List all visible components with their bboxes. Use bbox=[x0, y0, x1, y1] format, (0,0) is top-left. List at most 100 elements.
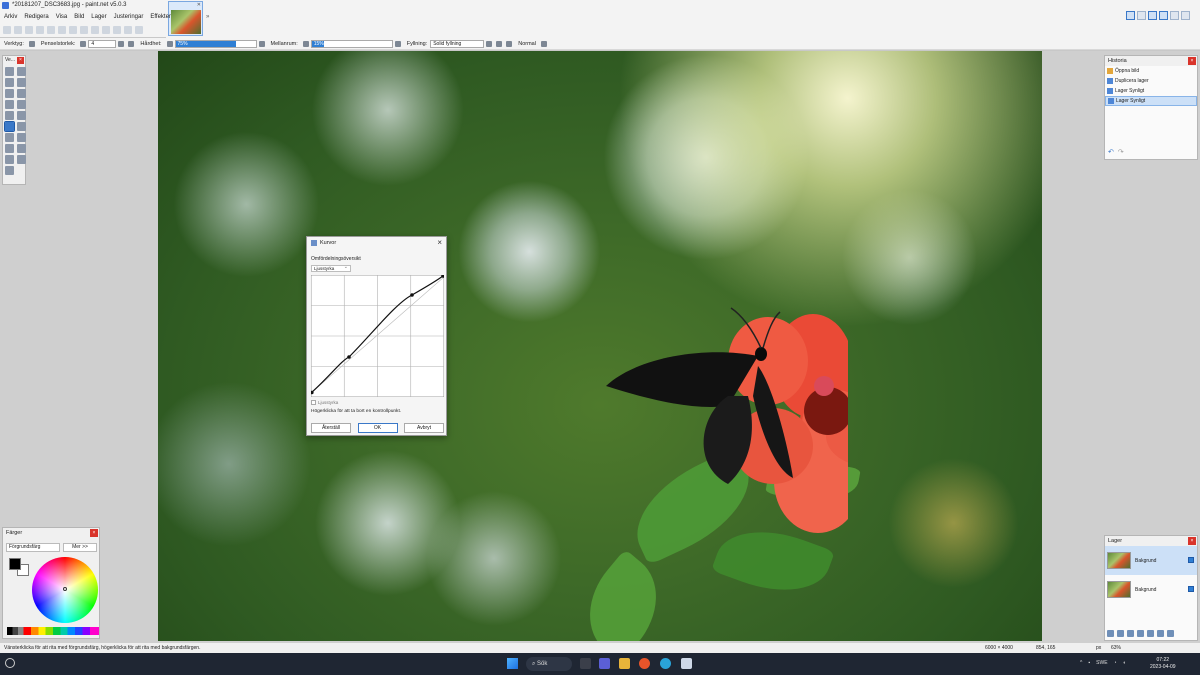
close-history-panel-icon[interactable]: × bbox=[1188, 57, 1196, 65]
crop-icon[interactable] bbox=[80, 26, 88, 34]
sampling-icon[interactable] bbox=[540, 40, 547, 47]
curves-graph[interactable] bbox=[311, 275, 444, 397]
new-file-icon[interactable] bbox=[3, 26, 11, 34]
layer-row-selected[interactable]: Bakgrund bbox=[1105, 546, 1197, 575]
help-icon[interactable] bbox=[1181, 11, 1190, 20]
decrease-size-icon[interactable] bbox=[80, 40, 87, 47]
history-toggle-icon[interactable] bbox=[1137, 11, 1146, 20]
widgets-icon[interactable] bbox=[5, 658, 15, 668]
edge-icon[interactable] bbox=[660, 658, 671, 669]
paint-bucket-icon[interactable] bbox=[5, 111, 14, 120]
history-item[interactable]: Öppna bild bbox=[1105, 66, 1197, 76]
text-icon[interactable] bbox=[5, 155, 14, 164]
blend-mode-value[interactable]: Normal bbox=[518, 41, 536, 47]
history-item-selected[interactable]: Lager Synligt bbox=[1105, 96, 1197, 106]
antialias-icon[interactable] bbox=[128, 40, 135, 47]
menu-view[interactable]: Visa bbox=[56, 14, 68, 20]
open-file-icon[interactable] bbox=[14, 26, 22, 34]
layer-row[interactable]: Bakgrund bbox=[1105, 575, 1197, 604]
copy-icon[interactable] bbox=[58, 26, 66, 34]
close-layers-panel-icon[interactable]: × bbox=[1188, 537, 1196, 545]
more-colors-button[interactable]: Mer >> bbox=[63, 543, 97, 552]
recolor-icon[interactable] bbox=[17, 144, 26, 153]
luminosity-checkbox-box[interactable] bbox=[311, 400, 316, 405]
decrease-spacing-icon[interactable] bbox=[302, 40, 309, 47]
wifi-icon[interactable]: ◔ bbox=[1114, 660, 1117, 666]
delete-layer-icon[interactable] bbox=[1117, 630, 1124, 637]
shapes-icon[interactable] bbox=[5, 166, 14, 175]
colors-toggle-icon[interactable] bbox=[1159, 11, 1168, 20]
deselect-icon[interactable] bbox=[91, 26, 99, 34]
merge-layer-icon[interactable] bbox=[1137, 630, 1144, 637]
image-tab[interactable]: ✕ bbox=[168, 1, 203, 36]
paste-icon[interactable] bbox=[69, 26, 77, 34]
move-layer-up-icon[interactable] bbox=[1147, 630, 1154, 637]
tray-chevron-icon[interactable]: ^ bbox=[1080, 660, 1082, 666]
layers-toggle-icon[interactable] bbox=[1148, 11, 1157, 20]
spacing-slider[interactable]: 15% bbox=[310, 39, 393, 48]
unit-selector[interactable]: px bbox=[1096, 645, 1101, 651]
start-button-icon[interactable] bbox=[507, 658, 518, 669]
cut-icon[interactable] bbox=[47, 26, 55, 34]
paintbrush-tool-icon[interactable] bbox=[28, 40, 35, 47]
layer-visibility-checkbox[interactable] bbox=[1188, 557, 1194, 563]
close-colors-panel-icon[interactable]: × bbox=[90, 529, 98, 537]
volume-icon[interactable]: ◖ bbox=[1123, 660, 1126, 666]
color-wheel[interactable] bbox=[32, 557, 98, 623]
rectangle-select-icon[interactable] bbox=[5, 67, 14, 76]
save-file-icon[interactable] bbox=[25, 26, 33, 34]
pan-icon[interactable] bbox=[17, 100, 26, 109]
pencil-icon[interactable] bbox=[5, 133, 14, 142]
print-icon[interactable] bbox=[36, 26, 44, 34]
history-item[interactable]: Duplicera lager bbox=[1105, 76, 1197, 86]
settings-gear-icon[interactable] bbox=[1170, 11, 1179, 20]
move-selected-icon[interactable] bbox=[17, 78, 26, 87]
image-canvas[interactable] bbox=[158, 51, 1042, 641]
layer-visibility-checkbox[interactable] bbox=[1188, 586, 1194, 592]
menu-layers[interactable]: Lager bbox=[91, 14, 106, 20]
increase-hardness-icon[interactable] bbox=[258, 40, 265, 47]
reset-button[interactable]: Återställ bbox=[311, 423, 351, 433]
file-explorer-icon[interactable] bbox=[619, 658, 630, 669]
paintbrush-icon[interactable] bbox=[4, 121, 15, 132]
curves-mode-dropdown[interactable]: Ljusstyrka bbox=[311, 265, 351, 272]
tab-scroll-icon[interactable]: » bbox=[206, 14, 209, 20]
eraser-icon[interactable] bbox=[17, 122, 26, 131]
zoom-level[interactable]: 63% bbox=[1111, 645, 1121, 651]
hardness-slider[interactable]: 75% bbox=[174, 39, 257, 48]
language-indicator[interactable]: SWE bbox=[1096, 660, 1107, 666]
clone-stamp-icon[interactable] bbox=[5, 144, 14, 153]
ellipse-select-icon[interactable] bbox=[5, 89, 14, 98]
add-layer-icon[interactable] bbox=[1107, 630, 1114, 637]
antialiasing-mode-icon[interactable] bbox=[496, 40, 503, 47]
magic-wand-icon[interactable] bbox=[5, 100, 14, 109]
color-picker-icon[interactable] bbox=[17, 133, 26, 142]
undo-icon[interactable] bbox=[102, 26, 110, 34]
increase-size-icon[interactable] bbox=[118, 40, 125, 47]
triangle-blend-icon[interactable] bbox=[506, 40, 513, 47]
redo-icon[interactable] bbox=[113, 26, 121, 34]
move-selection-icon[interactable] bbox=[17, 67, 26, 76]
menu-adjustments[interactable]: Justeringar bbox=[114, 14, 144, 20]
taskbar-clock[interactable]: 07:22 2023-04-09 bbox=[1150, 657, 1176, 671]
menu-edit[interactable]: Redigera bbox=[24, 14, 48, 20]
redo-arrow-icon[interactable]: ↷ bbox=[1118, 148, 1124, 156]
lasso-select-icon[interactable] bbox=[5, 78, 14, 87]
color-wheel-cursor[interactable] bbox=[63, 587, 67, 591]
teams-chat-icon[interactable] bbox=[599, 658, 610, 669]
close-tools-panel-icon[interactable]: × bbox=[17, 57, 24, 64]
primary-color-swatch[interactable] bbox=[9, 558, 21, 570]
layer-properties-icon[interactable] bbox=[1167, 630, 1174, 637]
luminosity-checkbox[interactable]: Ljusstyrka bbox=[311, 400, 338, 405]
cancel-button[interactable]: Avbryt bbox=[404, 423, 444, 433]
paintnet-taskbar-icon[interactable] bbox=[681, 658, 692, 669]
tray-app-icon[interactable]: ▪ bbox=[1088, 660, 1090, 666]
decrease-hardness-icon[interactable] bbox=[166, 40, 173, 47]
color-mode-dropdown[interactable]: Förgrundsfärg bbox=[6, 543, 60, 552]
fill-dropdown[interactable]: Solid fyllning bbox=[430, 39, 485, 48]
ruler-icon[interactable] bbox=[135, 26, 143, 34]
taskbar-search[interactable]: ⌕ Sök bbox=[526, 657, 572, 671]
task-view-icon[interactable] bbox=[580, 658, 591, 669]
line-curve-icon[interactable] bbox=[17, 155, 26, 164]
color-palette[interactable] bbox=[7, 627, 99, 635]
